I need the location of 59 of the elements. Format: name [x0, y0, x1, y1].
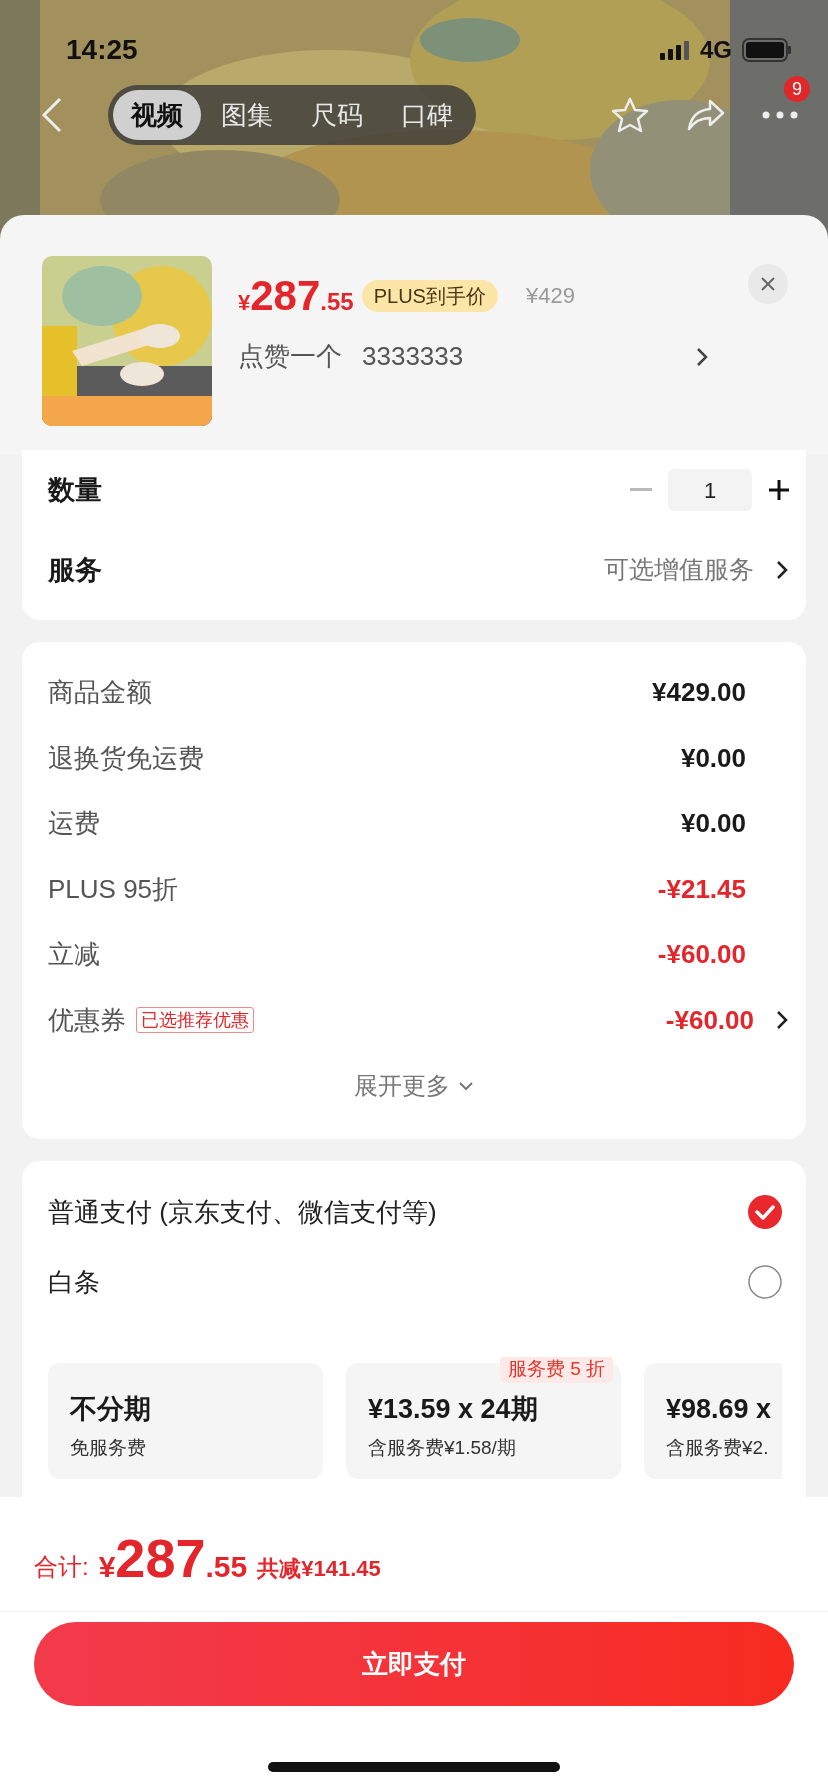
media-tab[interactable]: 口碑 — [383, 90, 471, 140]
total-label: 合计: — [34, 1552, 89, 1582]
pay-now-button[interactable]: 立即支付 — [34, 1622, 794, 1706]
total-saving: 共减¥141.45 — [257, 1555, 381, 1583]
chevron-down-icon — [458, 1081, 474, 1091]
back-icon[interactable] — [40, 97, 64, 133]
installment-title: ¥13.59 x 24期 — [368, 1393, 539, 1426]
radio-checked-icon[interactable] — [748, 1195, 782, 1229]
fee-value: ¥0.00 — [680, 741, 746, 775]
more-icon[interactable] — [762, 110, 798, 120]
network-label: 4G — [700, 35, 732, 65]
plus-price-tag: PLUS到手价 — [361, 279, 498, 312]
installment-subtitle: 免服务费 — [70, 1435, 147, 1460]
total-price: ¥287.55 — [98, 1531, 248, 1589]
price: ¥287.55 — [238, 271, 354, 321]
quantity-label: 数量 — [48, 473, 102, 507]
media-tab[interactable]: 图集 — [203, 90, 291, 140]
fee-value: -¥21.45 — [657, 872, 746, 906]
quantity-field[interactable]: 1 — [668, 469, 752, 511]
media-tab[interactable]: 尺码 — [293, 90, 381, 140]
installment-subtitle: 含服务费¥2. — [666, 1435, 770, 1460]
service-value[interactable]: 可选增值服务 — [604, 551, 754, 589]
spec-name: 点赞一个 — [238, 340, 342, 373]
service-label: 服务 — [48, 553, 102, 587]
close-icon — [760, 276, 776, 292]
fee-value: ¥429.00 — [652, 676, 746, 710]
installment-option[interactable]: ¥98.69 x 含服务费¥2. — [644, 1363, 782, 1479]
payment-method-label[interactable]: 普通支付 (京东支付、微信支付等) — [48, 1192, 437, 1232]
chevron-right-icon[interactable] — [776, 560, 788, 580]
installment-title: ¥98.69 x — [666, 1393, 773, 1426]
spec-value: 3333333 — [362, 340, 464, 373]
plus-icon[interactable] — [768, 479, 790, 501]
signal-icon — [660, 40, 690, 60]
fee-label: 优惠券 — [48, 1003, 126, 1037]
close-button[interactable] — [748, 264, 788, 304]
status-time: 14:25 — [66, 33, 138, 67]
fee-label: 立减 — [48, 938, 100, 972]
discount-tag: 服务费 5 折 — [499, 1357, 613, 1383]
installment-option[interactable]: 不分期 免服务费 — [48, 1363, 323, 1479]
radio-icon[interactable] — [748, 1265, 782, 1299]
share-icon[interactable] — [686, 98, 726, 132]
media-tab[interactable]: 视频 — [113, 90, 201, 140]
installment-title: 不分期 — [70, 1393, 152, 1426]
expand-more-link[interactable]: 展开更多 — [354, 1068, 474, 1104]
star-icon[interactable] — [610, 96, 650, 134]
payment-method-label[interactable]: 白条 — [48, 1262, 100, 1302]
coupon-tag: 已选推荐优惠 — [136, 1007, 254, 1034]
fee-label: 商品金额 — [48, 676, 152, 710]
fee-value: -¥60.00 — [657, 938, 746, 972]
installment-subtitle: 含服务费¥1.58/期 — [368, 1435, 517, 1460]
battery-icon — [742, 38, 792, 62]
fee-label: 退换货免运费 — [48, 741, 204, 775]
chevron-right-icon[interactable] — [776, 1010, 788, 1031]
fee-value: ¥0.00 — [680, 807, 746, 841]
chevron-right-icon[interactable] — [696, 346, 708, 367]
fee-label: 运费 — [48, 807, 100, 841]
fee-label: PLUS 95折 — [48, 872, 179, 906]
original-price: ¥429 — [525, 282, 575, 310]
fee-value: -¥60.00 — [665, 1003, 754, 1037]
